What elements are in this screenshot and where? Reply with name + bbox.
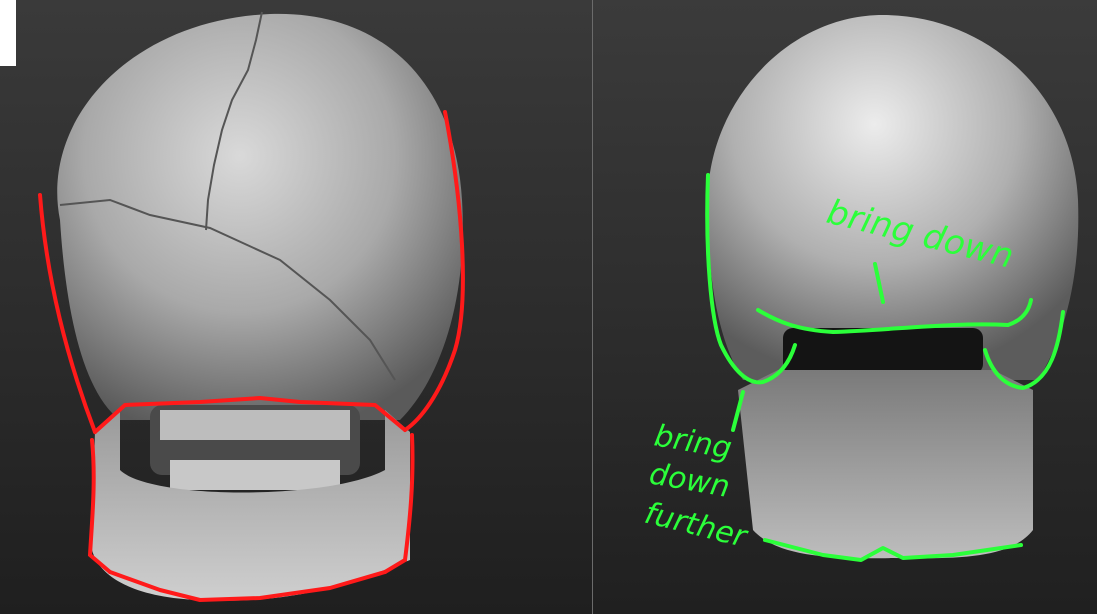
sculpt-skull-panel: bring down bring down further [593, 0, 1097, 614]
annotation-bring-down-further-line3: further [641, 496, 751, 555]
sculpt-jaw [738, 370, 1033, 559]
sculpt-mouth-gap [783, 328, 983, 374]
sculpt-skull-render: bring down bring down further [641, 15, 1079, 562]
sculpt-cranium [707, 15, 1079, 380]
cranium-shape [57, 13, 463, 420]
comparison-canvas: bring down bring down further [0, 0, 1097, 614]
reference-skull-panel [0, 0, 592, 614]
reference-skull-render [38, 11, 465, 602]
